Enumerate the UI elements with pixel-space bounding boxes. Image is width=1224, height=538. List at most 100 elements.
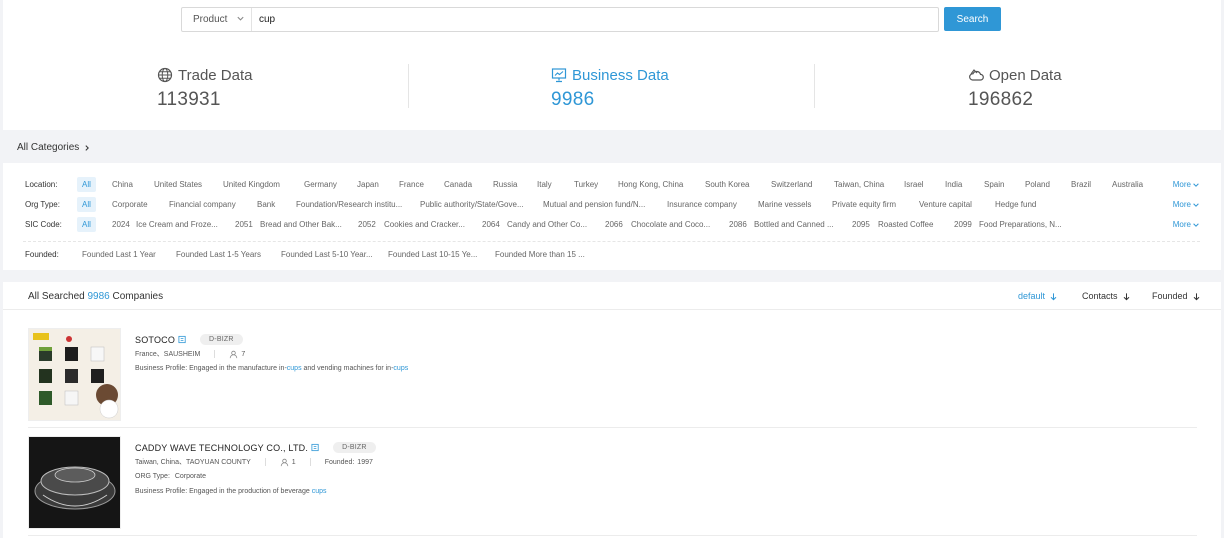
filter-item[interactable]: Founded Last 5-10 Year... [281, 250, 373, 259]
all-categories-link[interactable]: All Categories [17, 142, 91, 153]
filter-item[interactable]: Financial company [169, 200, 236, 209]
filter-item[interactable]: Public authority/State/Gove... [420, 200, 524, 209]
company-meta: Taiwan, China、TAOYUAN COUNTY 1 Founded: … [135, 457, 373, 467]
external-link-icon[interactable] [178, 335, 187, 344]
chevron-down-icon [1193, 222, 1199, 227]
page: Product Search Trade Data 113931 Busines… [3, 0, 1221, 538]
more-label: More [1172, 220, 1191, 229]
filter-item[interactable]: Private equity firm [832, 200, 896, 209]
filter-divider [23, 241, 1200, 242]
filter-all[interactable]: All [77, 197, 96, 212]
sic-name[interactable]: Food Preparations, N... [979, 220, 1062, 229]
contacts-count: 7 [241, 350, 246, 358]
filter-item[interactable]: United States [154, 180, 202, 189]
sic-code[interactable]: 2024 [112, 220, 130, 229]
company-thumbnail[interactable] [28, 436, 121, 529]
results-divider [3, 309, 1221, 310]
company-thumbnail[interactable] [28, 328, 121, 421]
product-image [29, 437, 120, 528]
sic-name[interactable]: Chocolate and Coco... [631, 220, 710, 229]
filter-item[interactable]: United Kingdom [223, 180, 280, 189]
filter-item[interactable]: Hedge fund [995, 200, 1036, 209]
section-gap [3, 270, 1221, 282]
results-suffix: Companies [112, 291, 164, 302]
person-icon [230, 350, 238, 358]
filter-item[interactable]: Mutual and pension fund/N... [543, 200, 645, 209]
sort-default-button[interactable]: default [1018, 291, 1058, 301]
filter-item[interactable]: Turkey [574, 180, 598, 189]
search-type-select[interactable]: Product [182, 8, 252, 31]
filter-item[interactable]: Corporate [112, 200, 148, 209]
sic-code[interactable]: 2099 [954, 220, 972, 229]
filter-item[interactable]: Foundation/Research institu... [296, 200, 402, 209]
contacts-count: 1 [291, 458, 296, 466]
filter-item[interactable]: South Korea [705, 180, 749, 189]
filter-item[interactable]: Insurance company [667, 200, 737, 209]
sic-code[interactable]: 2064 [482, 220, 500, 229]
filter-item[interactable]: India [945, 180, 962, 189]
filter-item[interactable]: Italy [537, 180, 552, 189]
stat-business-data[interactable]: Business Data 9986 [551, 65, 669, 111]
sic-name[interactable]: Roasted Coffee [878, 220, 933, 229]
filter-item[interactable]: Canada [444, 180, 472, 189]
more-sic-code-button[interactable]: More [1173, 220, 1200, 229]
company-name-link[interactable]: SOTOCO [135, 335, 175, 345]
filter-item[interactable]: Founded Last 10-15 Ye... [388, 250, 477, 259]
sic-code[interactable]: 2086 [729, 220, 747, 229]
filter-item[interactable]: Brazil [1071, 180, 1091, 189]
sort-founded-button[interactable]: Founded [1152, 291, 1201, 301]
filter-item[interactable]: Founded More than 15 ... [495, 250, 585, 259]
filter-label: Founded: [25, 250, 59, 259]
filter-item[interactable]: Germany [304, 180, 337, 189]
filter-all[interactable]: All [77, 217, 96, 232]
external-link-icon[interactable] [311, 443, 320, 452]
divider [814, 64, 815, 108]
sort-label: Founded [1152, 291, 1188, 301]
sic-name[interactable]: Candy and Other Co... [507, 220, 587, 229]
filter-row-org-type: Org Type: All Corporate Financial compan… [3, 197, 1221, 213]
filter-label: SIC Code: [25, 220, 62, 229]
filter-item[interactable]: Hong Kong, China [618, 180, 683, 189]
more-label: More [1172, 200, 1191, 209]
more-org-type-button[interactable]: More [1173, 200, 1200, 209]
stat-title: Open Data [989, 66, 1062, 84]
filter-item[interactable]: China [112, 180, 133, 189]
sic-code[interactable]: 2095 [852, 220, 870, 229]
company-title: CADDY WAVE TECHNOLOGY CO., LTD. D-BIZR [135, 442, 376, 453]
filter-item[interactable]: Spain [984, 180, 1004, 189]
filter-item[interactable]: Switzerland [771, 180, 812, 189]
filter-item[interactable]: Founded Last 1-5 Years [176, 250, 261, 259]
sic-name[interactable]: Cookies and Cracker... [384, 220, 465, 229]
more-location-button[interactable]: More [1173, 180, 1200, 189]
filter-item[interactable]: Marine vessels [758, 200, 811, 209]
filter-item[interactable]: Bank [257, 200, 275, 209]
stat-trade-data[interactable]: Trade Data 113931 [157, 65, 252, 111]
filter-item[interactable]: Founded Last 1 Year [82, 250, 156, 259]
filter-item[interactable]: France [399, 180, 424, 189]
filter-item[interactable]: Taiwan, China [834, 180, 884, 189]
search-button[interactable]: Search [944, 7, 1001, 31]
filter-item[interactable]: Russia [493, 180, 517, 189]
stat-open-data[interactable]: Open Data 196862 [968, 65, 1062, 111]
sic-code[interactable]: 2051 [235, 220, 253, 229]
filter-item[interactable]: Israel [904, 180, 924, 189]
sic-name[interactable]: Bread and Other Bak... [260, 220, 342, 229]
arrow-down-icon [1050, 292, 1057, 300]
company-name-link[interactable]: CADDY WAVE TECHNOLOGY CO., LTD. [135, 443, 308, 453]
filter-label: Location: [25, 180, 58, 189]
all-categories-label: All Categories [17, 142, 80, 153]
filter-item[interactable]: Venture capital [919, 200, 972, 209]
search-bar: Product [181, 7, 939, 32]
filter-item[interactable]: Australia [1112, 180, 1143, 189]
filter-row-founded: Founded: Founded Last 1 Year Founded Las… [3, 247, 1221, 263]
sic-code[interactable]: 2052 [358, 220, 376, 229]
filter-all[interactable]: All [77, 177, 96, 192]
sic-name[interactable]: Ice Cream and Froze... [136, 220, 218, 229]
search-input[interactable] [252, 8, 938, 31]
sic-code[interactable]: 2066 [605, 220, 623, 229]
filter-item[interactable]: Poland [1025, 180, 1050, 189]
sort-contacts-button[interactable]: Contacts [1082, 291, 1131, 301]
data-source-badge: D-BIZR [200, 334, 243, 345]
sic-name[interactable]: Bottled and Canned ... [754, 220, 834, 229]
filter-item[interactable]: Japan [357, 180, 379, 189]
